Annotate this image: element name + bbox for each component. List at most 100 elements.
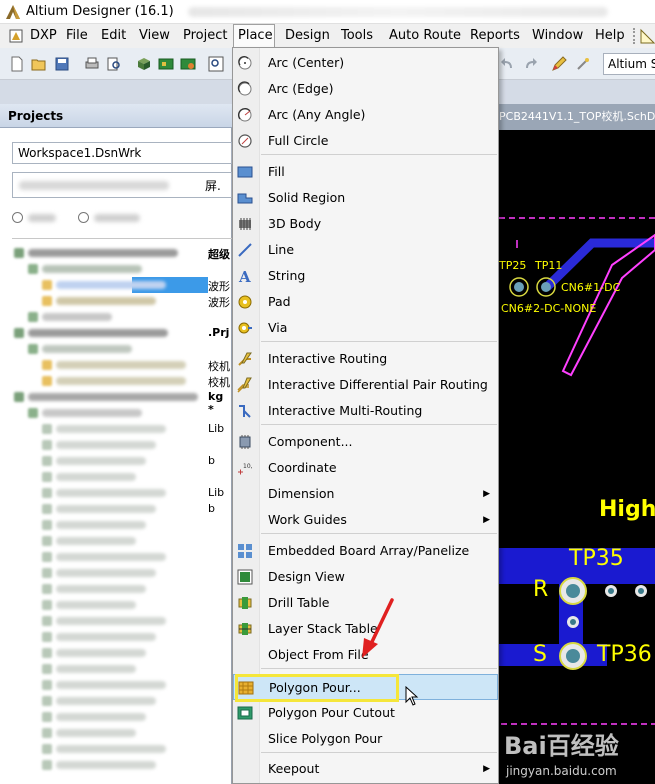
menu-item-full-circle[interactable]: Full Circle <box>233 128 498 154</box>
tree-item[interactable] <box>12 613 232 629</box>
menu-item-embedded-board-array-panelize[interactable]: Embedded Board Array/Panelize <box>233 538 498 564</box>
workspace-dropdown[interactable]: Workspace1.DsnWrk <box>12 142 232 164</box>
obscured-tree-label <box>28 249 178 257</box>
menu-item-arc-any-angle[interactable]: Arc (Any Angle) <box>233 102 498 128</box>
menu-item-fill[interactable]: Fill <box>233 159 498 185</box>
tree-item[interactable] <box>12 709 232 725</box>
menu-item-dimension[interactable]: Dimension ▶ <box>233 481 498 507</box>
obscured-tree-label <box>56 361 186 369</box>
menu-item-line[interactable]: Line <box>233 237 498 263</box>
zoom-icon[interactable] <box>208 56 224 72</box>
tree-item[interactable] <box>12 725 232 741</box>
tree-item[interactable] <box>12 469 232 485</box>
tree-item[interactable]: kg * <box>12 389 232 416</box>
print-icon[interactable] <box>84 56 100 72</box>
tree-item[interactable]: 波形 <box>12 277 232 293</box>
tree-item[interactable]: 超级 <box>12 245 232 261</box>
obscured-tree-label <box>56 633 156 641</box>
tree-item[interactable] <box>12 533 232 549</box>
menu-item-work-guides[interactable]: Work Guides ▶ <box>233 507 498 533</box>
menu-item-interactive-routing[interactable]: Interactive Routing <box>233 346 498 372</box>
tree-item[interactable]: b <box>12 453 232 469</box>
print-preview-icon[interactable] <box>106 56 122 72</box>
menu-separator <box>261 668 497 669</box>
project-dropdown[interactable]: 屏. <box>12 172 232 198</box>
tree-item[interactable]: b <box>12 501 232 517</box>
tree-item[interactable] <box>12 437 232 453</box>
wizard-icon[interactable] <box>575 56 591 72</box>
menu-window[interactable]: Window <box>528 24 587 48</box>
menu-item-keepout[interactable]: Keepout ▶ <box>233 756 498 782</box>
menu-item-interactive-multi-routing[interactable]: Interactive Multi-Routing <box>233 398 498 424</box>
menu-item-via[interactable]: Via <box>233 315 498 341</box>
dxp-icon[interactable] <box>9 29 23 43</box>
board-settings-icon[interactable] <box>180 56 196 72</box>
tree-item[interactable] <box>12 517 232 533</box>
menu-item-pad[interactable]: Pad <box>233 289 498 315</box>
menu-tools[interactable]: Tools <box>337 24 377 48</box>
menu-dxp[interactable]: DXP <box>26 24 61 48</box>
tree-item[interactable] <box>12 549 232 565</box>
file-view-radio[interactable] <box>12 212 23 223</box>
pcb-canvas[interactable]: TP25 TP11 CN6#1-DC CN6#2-DC-NONE High TP… <box>497 130 655 784</box>
redo-icon[interactable] <box>522 56 538 72</box>
open-folder-icon[interactable] <box>31 56 47 72</box>
menu-place[interactable]: Place <box>233 24 275 48</box>
menu-reports[interactable]: Reports <box>466 24 524 48</box>
menu-project[interactable]: Project <box>179 24 231 48</box>
tree-item[interactable] <box>12 693 232 709</box>
obscured-tree-label <box>56 473 136 481</box>
tree-item[interactable] <box>12 741 232 757</box>
tree-item[interactable]: .Prj <box>12 325 232 341</box>
menu-help[interactable]: Help <box>591 24 629 48</box>
string-icon: A <box>237 268 253 286</box>
tree-item[interactable] <box>12 629 232 645</box>
board-icon[interactable] <box>158 56 174 72</box>
menu-edit[interactable]: Edit <box>97 24 130 48</box>
obscured-radio-label <box>28 214 56 222</box>
menu-item-3d-body[interactable]: 3D Body <box>233 211 498 237</box>
tree-item[interactable] <box>12 677 232 693</box>
menu-view[interactable]: View <box>135 24 174 48</box>
label-high: High <box>599 497 655 522</box>
tree-item[interactable]: Lib <box>12 421 232 437</box>
new-file-icon[interactable] <box>9 56 25 72</box>
tree-item[interactable] <box>12 405 232 421</box>
toolbar-search-field[interactable]: Altium S <box>603 53 655 75</box>
tree-item[interactable]: 波形 <box>12 293 232 309</box>
undo-icon[interactable] <box>500 56 516 72</box>
tree-item[interactable] <box>12 309 232 325</box>
tree-item[interactable] <box>12 581 232 597</box>
save-icon[interactable] <box>54 56 70 72</box>
tree-item[interactable] <box>12 261 232 277</box>
ruler-icon[interactable] <box>640 28 655 44</box>
tree-item[interactable] <box>12 757 232 773</box>
menu-item-coordinate[interactable]: 10,10 Coordinate <box>233 455 498 481</box>
menu-file[interactable]: File <box>62 24 92 48</box>
menu-item-solid-region[interactable]: Solid Region <box>233 185 498 211</box>
tree-item[interactable]: 校机 <box>12 373 232 389</box>
menu-design[interactable]: Design <box>281 24 334 48</box>
menu-item-polygon-pour-cutout[interactable]: Polygon Pour Cutout <box>233 700 498 726</box>
tree-item[interactable] <box>12 645 232 661</box>
menu-item-component[interactable]: Component... <box>233 429 498 455</box>
label-cn2: CN6#2-DC-NONE <box>501 302 597 315</box>
tree-item[interactable]: 校机 <box>12 357 232 373</box>
tree-item[interactable] <box>12 341 232 357</box>
menu-item-interactive-differential-pair-routing[interactable]: Interactive Differential Pair Routing <box>233 372 498 398</box>
tree-item[interactable] <box>12 597 232 613</box>
document-tab[interactable]: PCB2441V1.1_TOP校机.SchDoc <box>497 104 655 130</box>
menu-item-arc-center[interactable]: Arc (Center) <box>233 50 498 76</box>
3d-view-icon[interactable] <box>136 56 152 72</box>
menu-item-slice-polygon-pour[interactable]: Slice Polygon Pour <box>233 726 498 752</box>
tree-item[interactable]: Lib <box>12 485 232 501</box>
tree-item-icon <box>42 744 52 754</box>
menu-item-string[interactable]: A String <box>233 263 498 289</box>
pencil-icon[interactable] <box>551 56 567 72</box>
menu-item-design-view[interactable]: Design View <box>233 564 498 590</box>
menu-auto-route[interactable]: Auto Route <box>385 24 465 48</box>
tree-item[interactable] <box>12 661 232 677</box>
tree-item[interactable] <box>12 565 232 581</box>
structure-view-radio[interactable] <box>78 212 89 223</box>
menu-item-arc-edge[interactable]: Arc (Edge) <box>233 76 498 102</box>
